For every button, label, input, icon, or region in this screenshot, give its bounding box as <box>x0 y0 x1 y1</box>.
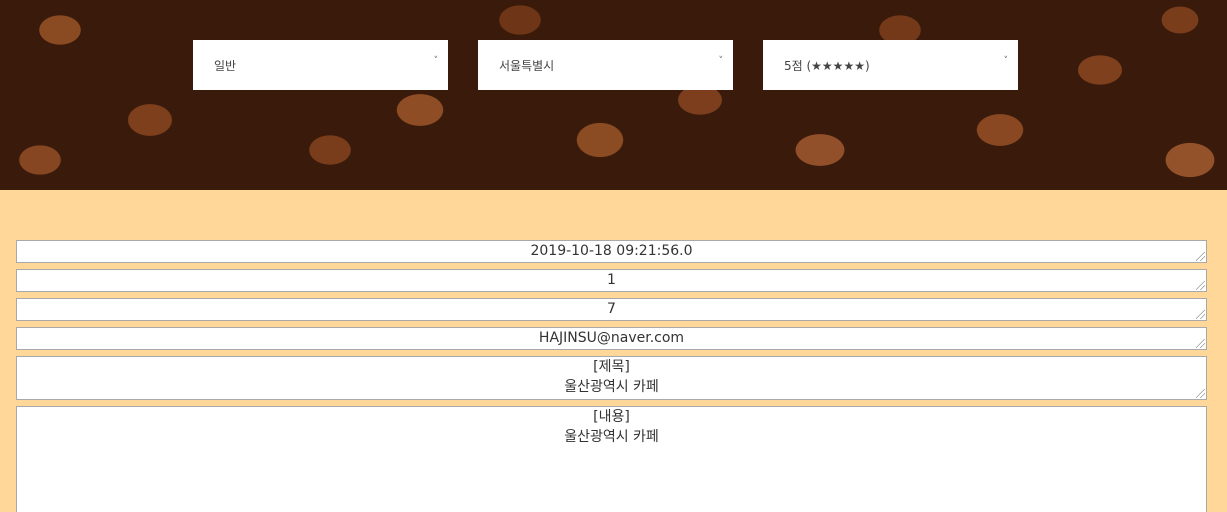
rating-select[interactable]: 5점 (★★★★★) ˅ <box>763 40 1018 90</box>
title-value: 울산광역시 카페 <box>564 379 659 395</box>
region-select[interactable]: 서울특별시 ˅ <box>478 40 733 90</box>
number-value-2: 7 <box>607 301 616 317</box>
category-select[interactable]: 일반 ˅ <box>193 40 448 90</box>
email-textarea[interactable]: HAJINSU@naver.com <box>16 327 1207 350</box>
resize-handle-icon[interactable] <box>1196 339 1205 348</box>
content-value: 울산광역시 카페 <box>564 429 659 445</box>
category-select-value: 일반 <box>214 58 237 73</box>
number-value-1: 1 <box>607 272 616 288</box>
date-value: 2019-10-18 09:21:56.0 <box>530 243 693 259</box>
coffee-beans-banner <box>0 0 1227 190</box>
email-value: HAJINSU@naver.com <box>538 330 685 346</box>
date-textarea[interactable]: 2019-10-18 09:21:56.0 <box>16 240 1207 263</box>
content-textarea[interactable]: [내용] 울산광역시 카페 <box>16 406 1207 512</box>
resize-handle-icon[interactable] <box>1196 252 1205 261</box>
region-select-value: 서울특별시 <box>499 58 555 73</box>
resize-handle-icon[interactable] <box>1196 281 1205 290</box>
chevron-down-icon: ˅ <box>1003 56 1009 66</box>
title-textarea[interactable]: [제목] 울산광역시 카페 <box>16 356 1207 400</box>
number-textarea-2[interactable]: 7 <box>16 298 1207 321</box>
chevron-down-icon: ˅ <box>718 56 724 66</box>
resize-handle-icon[interactable] <box>1196 310 1205 319</box>
number-textarea-1[interactable]: 1 <box>16 269 1207 292</box>
chevron-down-icon: ˅ <box>433 56 439 66</box>
resize-handle-icon[interactable] <box>1196 389 1205 398</box>
content-label: [내용] <box>593 409 630 425</box>
title-label: [제목] <box>593 359 630 375</box>
rating-select-value: 5점 (★★★★★) <box>784 58 870 73</box>
